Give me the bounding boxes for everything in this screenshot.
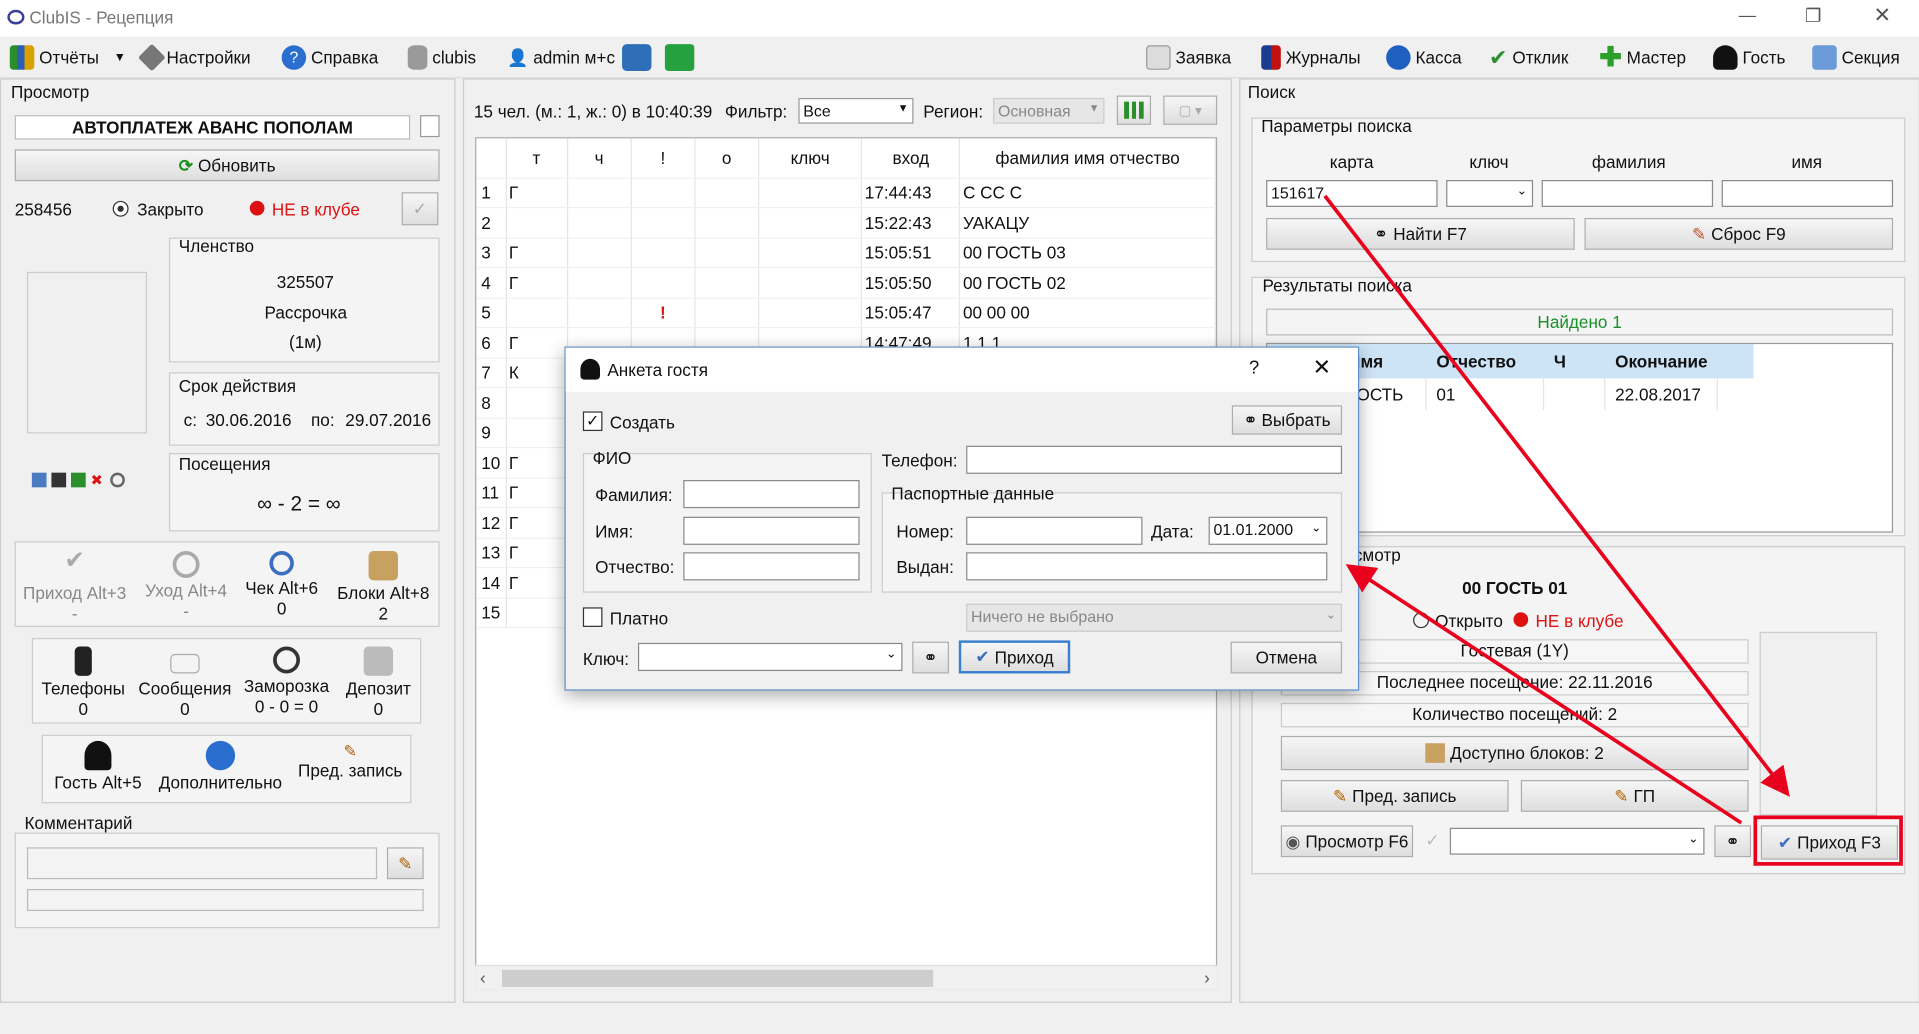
arrow-arrival-to-dialog <box>1345 564 1743 825</box>
annotation-arrows <box>1323 194 1790 825</box>
